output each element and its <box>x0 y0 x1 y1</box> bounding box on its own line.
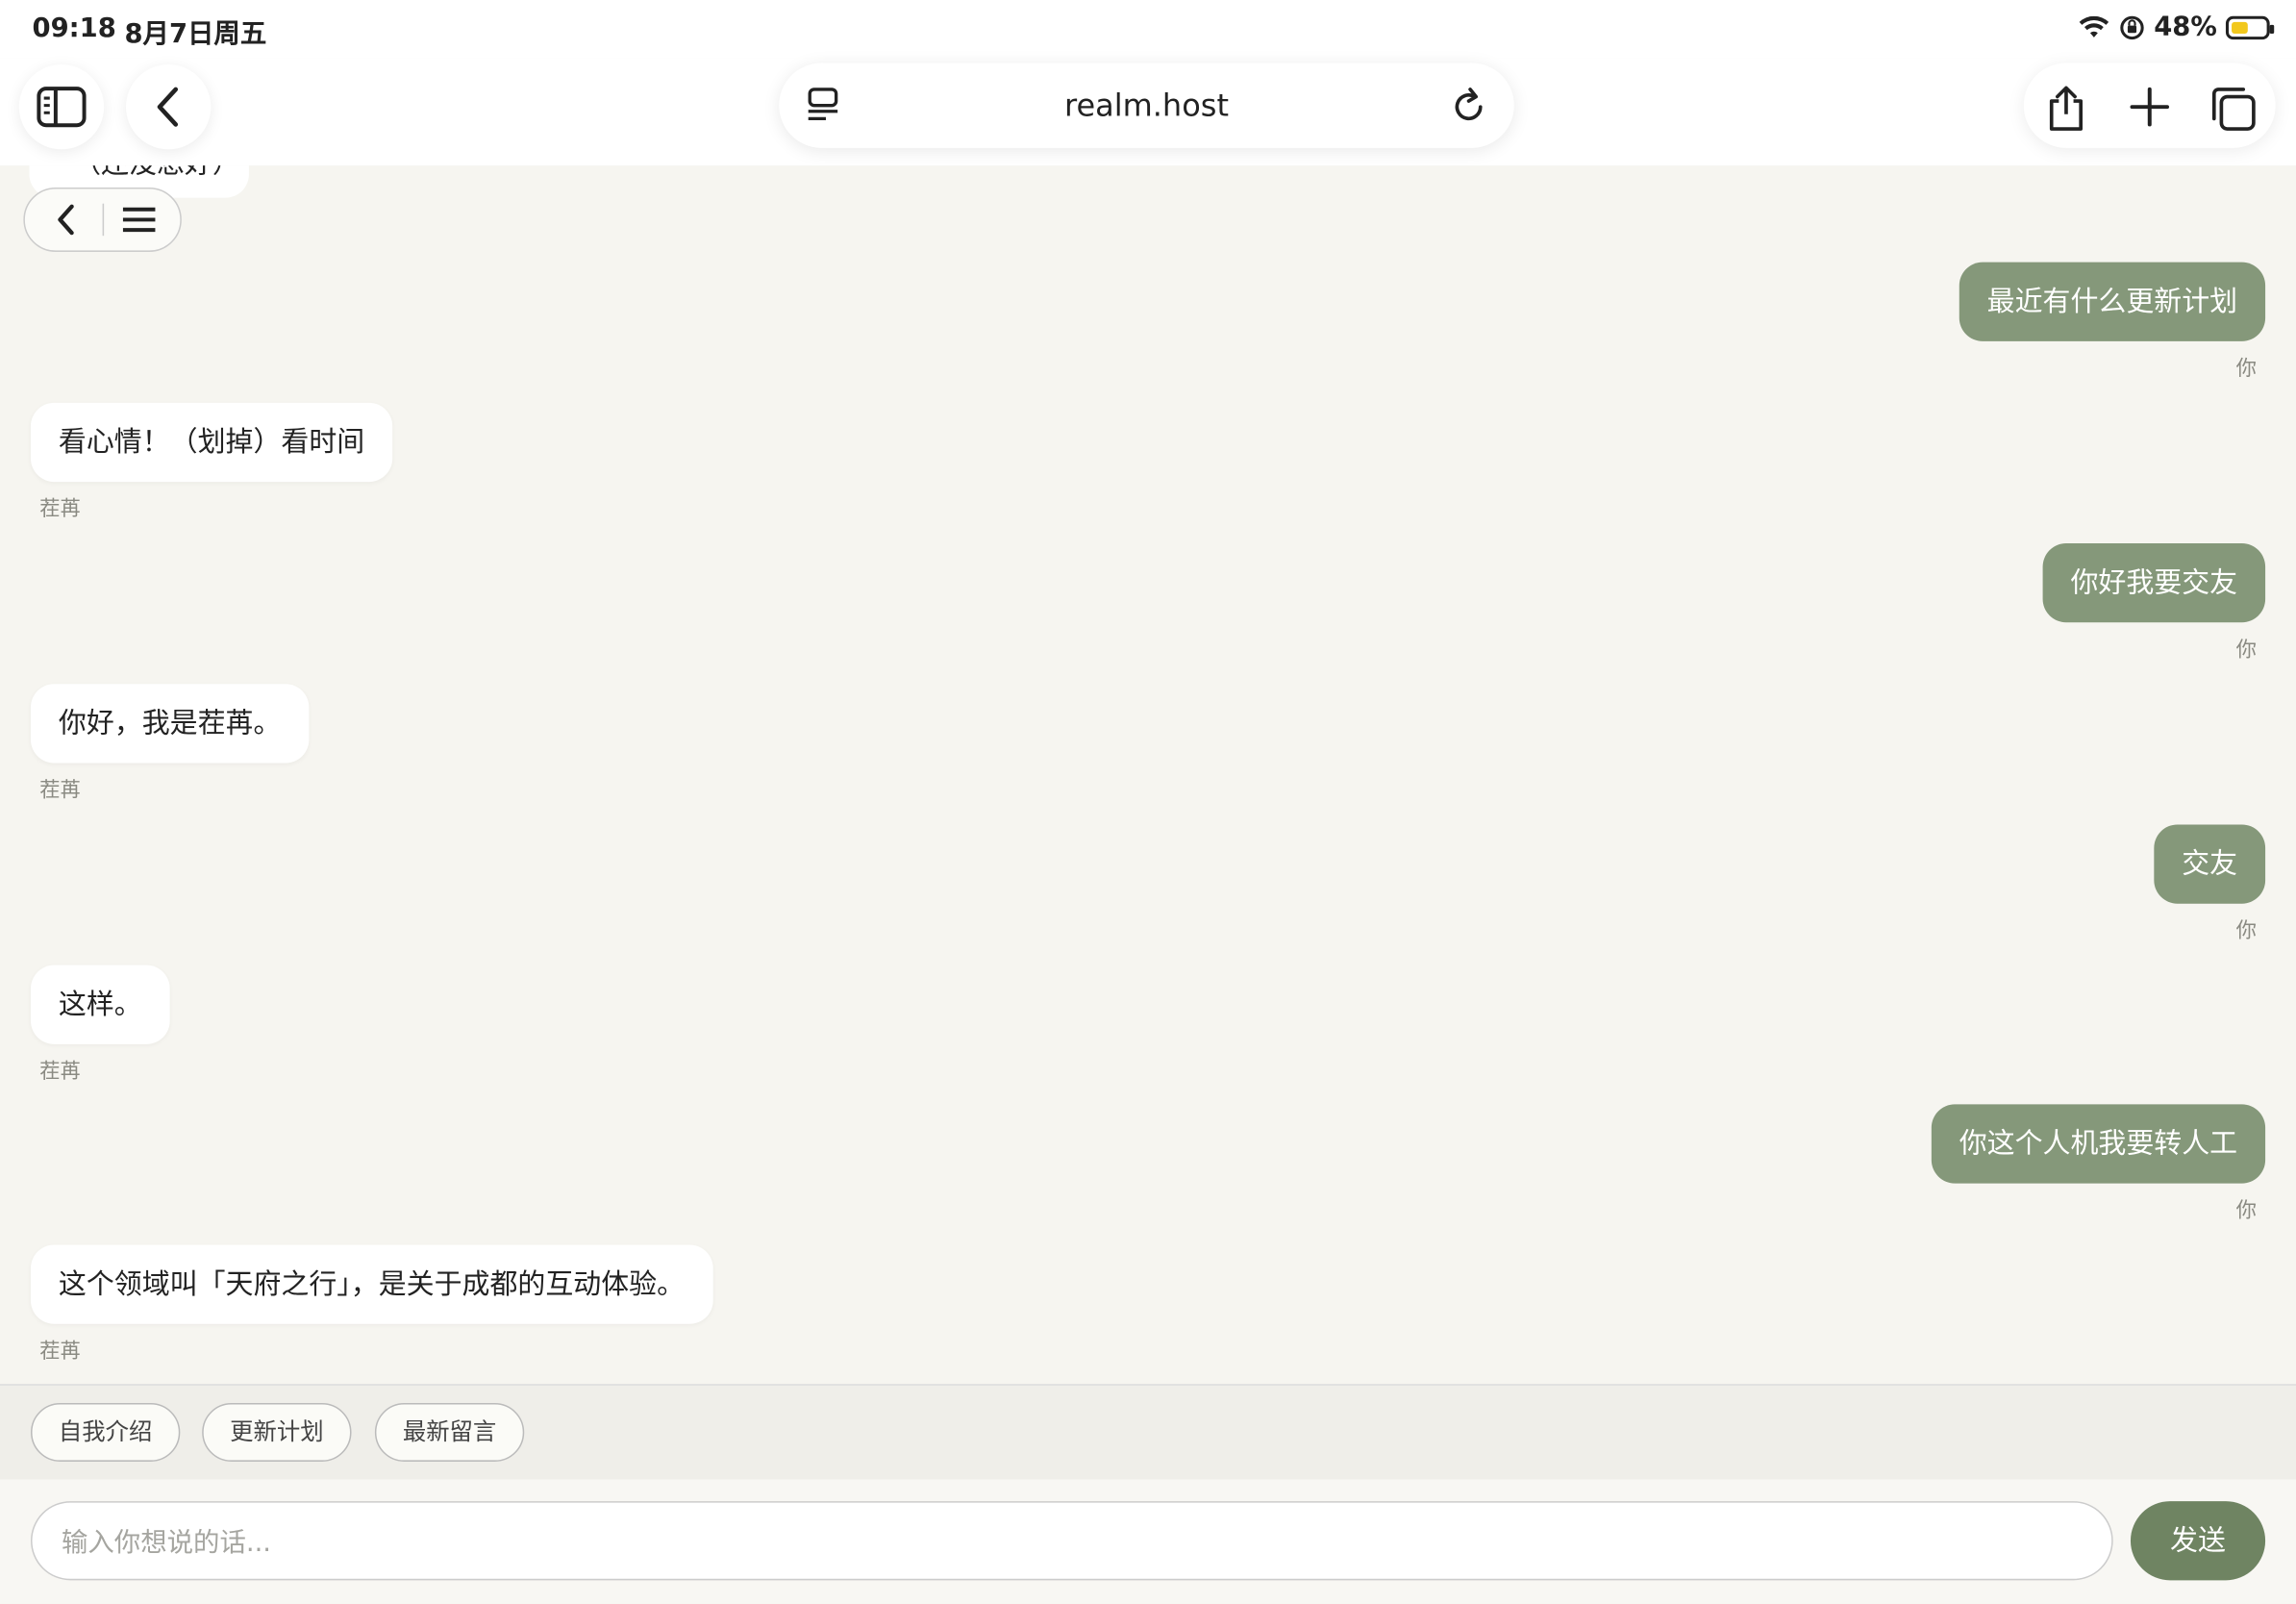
sidebar-toggle-button[interactable] <box>18 64 105 150</box>
user-message: 你这个人机我要转人工 <box>1931 1104 2266 1184</box>
message-sender: 你 <box>2235 357 2257 381</box>
bot-message: 这个领域叫「天府之行」，是关于成都的互动体验。 <box>30 1244 712 1324</box>
orientation-lock-icon <box>2119 13 2145 39</box>
message-sender: 你 <box>2235 919 2257 943</box>
quick-replies: 自我介绍 更新计划 最新留言 <box>0 1384 2296 1481</box>
bot-message: 这样。 <box>30 965 170 1044</box>
new-tab-icon[interactable] <box>2129 87 2170 128</box>
user-message: 你好我要交友 <box>2042 543 2266 623</box>
chevron-left-icon <box>157 87 179 127</box>
message-sender: 你 <box>2235 1199 2257 1223</box>
quick-reply-intro[interactable]: 自我介绍 <box>30 1403 181 1462</box>
bot-message: 看心情！（划掉）看时间 <box>30 402 393 483</box>
battery-icon <box>2225 14 2275 39</box>
menu-icon[interactable] <box>121 205 157 234</box>
battery-percent: 48% <box>2154 12 2217 43</box>
quick-reply-updates[interactable]: 更新计划 <box>202 1403 352 1462</box>
status-time: 09:18 <box>32 13 116 44</box>
wifi-icon <box>2078 14 2110 38</box>
nav-divider <box>102 203 105 237</box>
chevron-left-icon[interactable] <box>54 202 77 238</box>
chat-area[interactable]: （还没想好） 最近有什么更新计划 你 看心情！（划掉）看时间 茬苒 你好我要交友… <box>0 165 2296 1384</box>
floating-nav <box>23 187 182 252</box>
message-input[interactable] <box>58 1502 2085 1582</box>
composer: 发送 <box>0 1479 2296 1604</box>
status-bar: 09:18 8月7日周五 48% <box>0 0 2296 59</box>
reload-icon[interactable] <box>1450 85 1488 126</box>
send-button[interactable]: 发送 <box>2130 1501 2266 1581</box>
back-button[interactable] <box>125 64 212 150</box>
browser-toolbar: realm.host <box>0 58 2296 166</box>
message-sender: 茬苒 <box>39 1340 81 1364</box>
tabs-overview-icon[interactable] <box>2209 84 2259 134</box>
status-right: 48% <box>2078 12 2275 43</box>
user-message: 交友 <box>2154 824 2266 904</box>
user-message: 最近有什么更新计划 <box>1959 262 2266 341</box>
message-sender: 你 <box>2235 639 2257 663</box>
status-date: 8月7日周五 <box>124 18 267 50</box>
partial-message-text: （还没想好） <box>73 165 240 182</box>
message-sender: 茬苒 <box>39 779 81 803</box>
address-bar[interactable]: realm.host <box>779 63 1514 148</box>
message-sender: 茬苒 <box>39 1060 81 1085</box>
bot-message: 你好，我是茬苒。 <box>30 684 310 764</box>
message-input-box[interactable] <box>30 1501 2113 1582</box>
message-sender: 茬苒 <box>39 497 81 522</box>
share-icon[interactable] <box>2044 84 2088 134</box>
toolbar-right-group <box>2023 63 2276 148</box>
quick-reply-messages[interactable]: 最新留言 <box>374 1403 525 1462</box>
sidebar-icon <box>37 87 87 128</box>
url-text: realm.host <box>1064 88 1229 123</box>
